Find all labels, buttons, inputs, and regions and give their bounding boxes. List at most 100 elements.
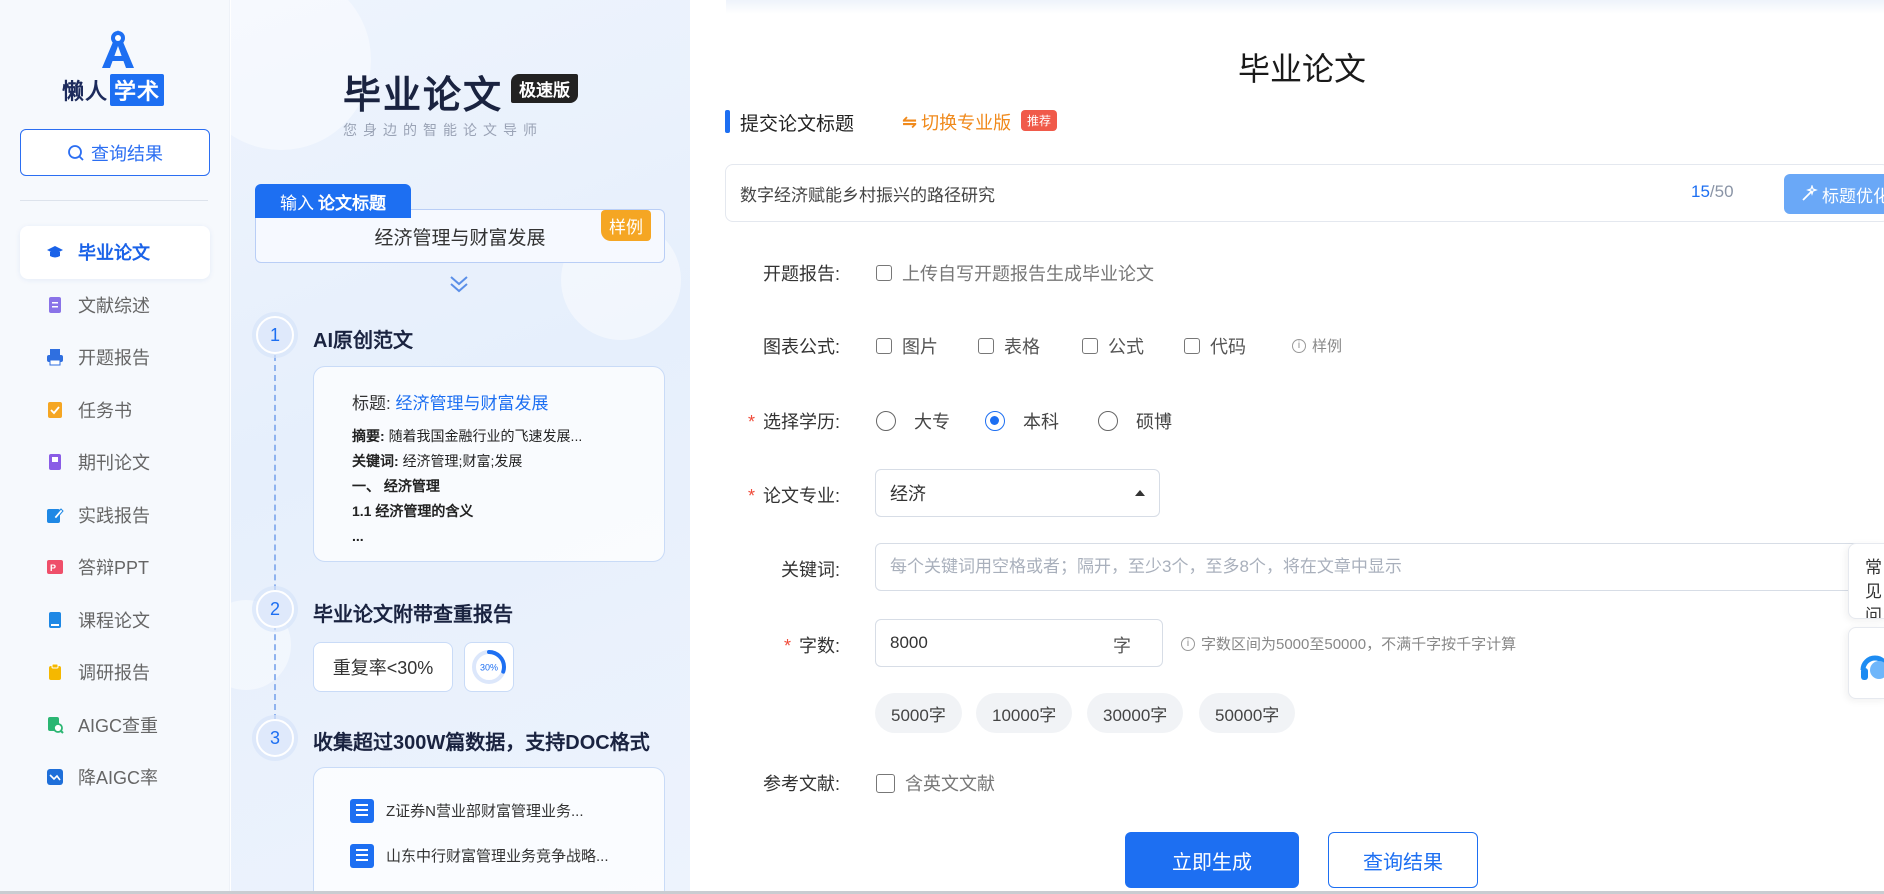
words-unit: 字: [1113, 636, 1131, 656]
figures-label: 图表公式:: [762, 337, 840, 357]
faq-float-button[interactable]: 常见问题: [1848, 543, 1884, 619]
recommend-badge: 推荐: [1021, 110, 1058, 131]
step-3-number: 3: [256, 719, 294, 757]
radio-icon: [876, 411, 896, 431]
major-label: * 论文专业:: [747, 486, 840, 506]
sidebar-item-label: 调研报告: [78, 663, 150, 684]
main-form: 毕业论文 提交论文标题 ⇋切换专业版 推荐 15/50 标题优化 开题报告: 上…: [690, 0, 1884, 894]
edit-list-icon: [48, 401, 62, 418]
proposal-upload-checkbox[interactable]: 上传自写开题报告生成毕业论文: [876, 260, 1154, 286]
major-select[interactable]: 经济: [875, 469, 1160, 517]
section-title: 提交论文标题: [740, 114, 855, 135]
words-range-hint: i 字数区间为5000至50000，不满千字按千字计算: [1181, 633, 1516, 654]
figure-option-formula[interactable]: 公式: [1082, 333, 1144, 359]
step-3-title: 收集超过300W篇数据，支持DOC格式: [313, 732, 650, 754]
sidebar-item-label: 期刊论文: [78, 453, 150, 474]
query-results-label: 查询结果: [91, 143, 163, 164]
sample-title-line: 标题: 经济管理与财富发展: [352, 394, 549, 413]
doc-search-icon: [48, 716, 64, 734]
sample-tag: 样例: [601, 210, 651, 241]
step-1-number: 1: [256, 316, 294, 354]
sidebar-item-label: 开题报告: [78, 348, 150, 369]
doc-item: 山东中行财富管理业务竞争战略...: [350, 833, 664, 878]
edit-icon: [47, 508, 64, 523]
figures-sample-hint[interactable]: i 样例: [1292, 335, 1342, 356]
sidebar-item[interactable]: 期刊论文: [20, 436, 210, 489]
sidebar-item-label: 降AIGC率: [78, 768, 159, 789]
checkbox-icon: [876, 338, 892, 354]
top-strip: [726, 0, 1884, 14]
sidebar-item-label: AIGC查重: [78, 715, 159, 736]
words-preset-30000[interactable]: 30000字: [1087, 693, 1184, 733]
logo-a-icon: [102, 30, 134, 68]
speed-edition-badge: 极速版: [511, 74, 578, 103]
sidebar-item-label: 答辩PPT: [78, 558, 150, 579]
words-preset-10000[interactable]: 10000字: [976, 693, 1073, 733]
radio-icon: [1098, 411, 1118, 431]
words-field: 字: [875, 619, 1163, 667]
title-input[interactable]: [740, 165, 1640, 221]
refs-english-checkbox[interactable]: 含英文文献: [876, 770, 995, 796]
sidebar: 懒人 学术 查询结果 毕业论文文献综述开题报告任务书期刊论文实践报告 P 答辩PPT 课…: [0, 0, 230, 894]
keywords-label: 关键词:: [780, 560, 840, 580]
checkbox-icon: [876, 265, 892, 281]
sidebar-item[interactable]: 课程论文: [20, 594, 210, 647]
sample-heading-2: 1.1 经济管理的含义: [352, 503, 474, 519]
logo[interactable]: 懒人 学术: [62, 28, 172, 106]
sidebar-item[interactable]: 任务书: [20, 384, 210, 437]
title-char-count: 15/50: [1691, 182, 1734, 201]
switch-pro-link[interactable]: ⇋ 切换专业版: [902, 109, 1011, 135]
query-results-button-2[interactable]: 查询结果: [1328, 832, 1478, 888]
swap-arrows-icon: ⇋: [902, 111, 918, 132]
sample-heading-1: 一、 经济管理: [352, 478, 440, 494]
sidebar-item[interactable]: 毕业论文: [20, 226, 210, 279]
sidebar-item-label: 文献综述: [78, 295, 150, 316]
input-title-tag: 输入 论文标题: [255, 184, 411, 218]
magic-wand-icon: [1802, 185, 1818, 201]
document-icon: [350, 798, 374, 823]
double-chevron-down-icon: [450, 276, 468, 293]
ring-label: 30%: [480, 663, 498, 673]
sidebar-item[interactable]: P 答辩PPT: [20, 541, 210, 594]
degree-option-junior[interactable]: 大专: [876, 408, 950, 434]
words-input[interactable]: [890, 620, 1090, 666]
steps-connector: [274, 355, 276, 720]
customer-service-float-button[interactable]: [1848, 627, 1884, 699]
sample-ellipsis: ...: [352, 528, 364, 544]
sidebar-item[interactable]: 降AIGC率: [20, 751, 210, 804]
sidebar-item[interactable]: 实践报告: [20, 489, 210, 542]
caret-up-icon: [1135, 490, 1145, 496]
radio-selected-icon: [985, 411, 1005, 431]
sidebar-item[interactable]: 文献综述: [20, 279, 210, 332]
words-preset-5000[interactable]: 5000字: [875, 693, 962, 733]
generate-button[interactable]: 立即生成: [1125, 832, 1299, 888]
degree-option-bachelor[interactable]: 本科: [985, 408, 1059, 434]
svg-text:P: P: [50, 563, 56, 573]
keywords-input[interactable]: [875, 543, 1884, 591]
sidebar-item[interactable]: 调研报告: [20, 646, 210, 699]
sample-keywords-line: 关键词: 经济管理;财富;发展: [352, 453, 523, 469]
words-preset-50000[interactable]: 50000字: [1199, 693, 1296, 733]
info-icon: i: [1292, 338, 1306, 353]
query-results-button[interactable]: 查询结果: [20, 129, 210, 176]
sidebar-item[interactable]: 开题报告: [20, 331, 210, 384]
degree-option-postgrad[interactable]: 硕博: [1098, 408, 1172, 434]
sidebar-nav: 毕业论文文献综述开题报告任务书期刊论文实践报告 P 答辩PPT 课程论文调研报告 AIG…: [20, 226, 210, 804]
checkbox-icon: [1082, 338, 1098, 354]
ppt-icon: P: [47, 560, 63, 575]
promo-title: 毕业论文: [343, 75, 504, 117]
words-label: * 字数:: [783, 636, 840, 656]
page-title: 毕业论文: [1237, 51, 1366, 87]
figure-option-image[interactable]: 图片: [876, 333, 938, 359]
repeat-rate-ring: 30%: [464, 642, 514, 692]
refs-label: 参考文献:: [762, 774, 840, 794]
title-optimize-button[interactable]: 标题优化: [1784, 174, 1884, 214]
sidebar-item-label: 任务书: [78, 400, 132, 421]
headset-icon: [1860, 655, 1884, 680]
graduation-cap-icon: [47, 246, 63, 258]
promo-subtitle: 您身边的智能论文导师: [343, 122, 543, 138]
sidebar-item[interactable]: AIGC查重: [20, 699, 210, 752]
figure-option-code[interactable]: 代码: [1184, 333, 1246, 359]
figure-option-table[interactable]: 表格: [978, 333, 1040, 359]
book-icon: [49, 454, 61, 471]
